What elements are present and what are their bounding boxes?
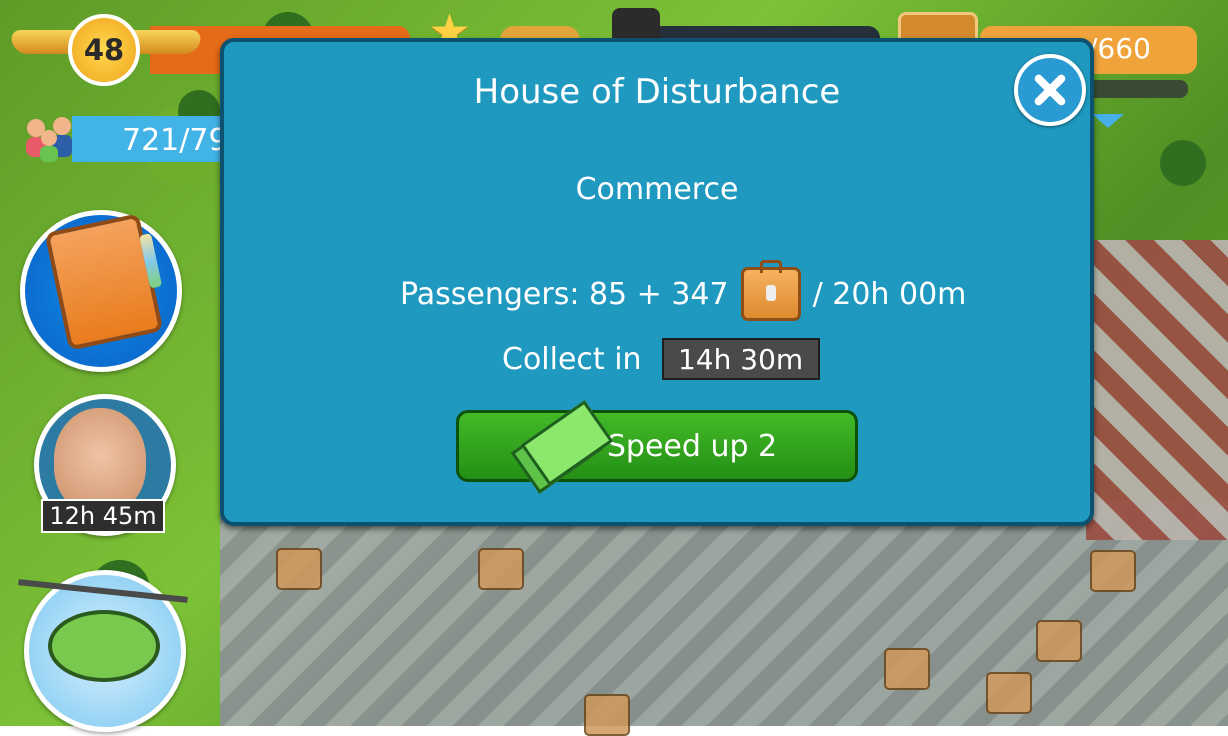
close-icon[interactable]: [1014, 54, 1086, 126]
resource-progress: [1086, 80, 1188, 98]
speed-up-label: Speed up 2: [606, 428, 778, 464]
building-info-dialog: House of Disturbance Commerce Passengers…: [220, 38, 1094, 526]
passenger-count: 721/79: [122, 123, 228, 158]
helicopter-icon: [48, 610, 160, 682]
level-value: 48: [83, 33, 125, 67]
suitcase-icon[interactable]: [584, 694, 630, 736]
level-badge[interactable]: 48: [68, 14, 140, 86]
suitcase-icon[interactable]: [276, 548, 322, 590]
suitcase-icon: [740, 260, 801, 321]
passengers-label: Passengers: 85 + 347: [400, 276, 729, 312]
tree: [1160, 140, 1206, 186]
passengers-duration: / 20h 00m: [812, 276, 967, 312]
building-category: Commerce: [575, 172, 739, 207]
suitcase-icon[interactable]: [1036, 620, 1082, 662]
chevron-down-icon[interactable]: [1092, 114, 1124, 128]
suitcase-icon[interactable]: [1090, 550, 1136, 592]
city-buildings: [220, 500, 1228, 726]
suitcase-icon[interactable]: [986, 672, 1032, 714]
avatar-timer: 12h 45m: [41, 499, 165, 533]
people-icon: [26, 117, 72, 162]
passengers-info: Passengers: 85 + 347 / 20h 00m: [400, 260, 967, 321]
dialog-title: House of Disturbance: [473, 72, 841, 112]
money-icon: [510, 400, 614, 494]
collect-time: 14h 30m: [661, 338, 820, 380]
suitcase-icon[interactable]: [884, 648, 930, 690]
city-buildings-right: [1086, 240, 1228, 540]
suitcase-icon[interactable]: [478, 548, 524, 590]
cargo-count: /660: [1088, 32, 1151, 65]
collect-label: Collect in: [502, 341, 642, 377]
collect-info: Collect in 14h 30m: [502, 338, 820, 380]
